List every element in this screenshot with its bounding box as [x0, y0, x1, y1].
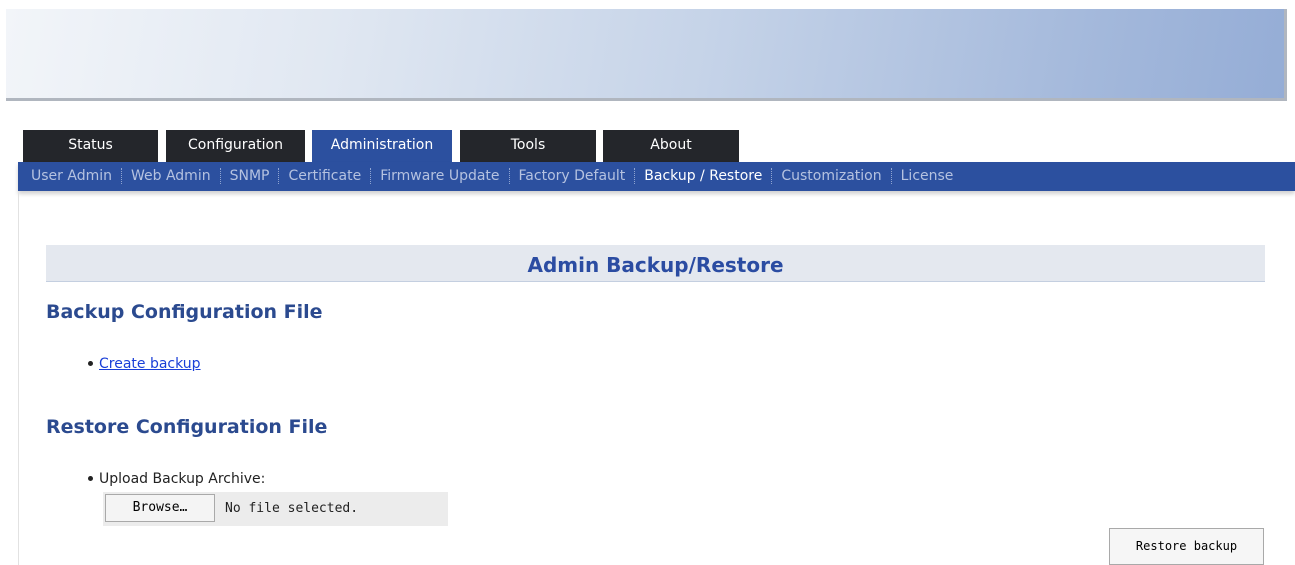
page-title: Admin Backup/Restore	[46, 245, 1265, 282]
file-status-text: No file selected.	[225, 501, 359, 516]
subnav-web-admin[interactable]: Web Admin	[122, 168, 220, 184]
browse-button[interactable]: Browse…	[105, 494, 215, 522]
sub-navigation: User Admin Web Admin SNMP Certificate Firmwa…	[18, 162, 1295, 191]
create-backup-item: Create backup	[88, 356, 201, 372]
subnav-factory-default[interactable]: Factory Default	[510, 168, 635, 184]
header-banner	[6, 9, 1287, 101]
bullet-dot	[88, 360, 93, 366]
subnav-license[interactable]: License	[892, 168, 963, 184]
tab-configuration[interactable]: Configuration	[166, 130, 305, 162]
tab-tools[interactable]: Tools	[460, 130, 596, 162]
upload-archive-label: Upload Backup Archive:	[99, 471, 266, 487]
file-input[interactable]: Browse… No file selected.	[103, 492, 448, 526]
backup-section-heading: Backup Configuration File	[46, 301, 323, 323]
subnav-customization[interactable]: Customization	[772, 168, 890, 184]
content-border	[18, 191, 19, 565]
upload-archive-item: Upload Backup Archive:	[88, 471, 265, 487]
subnav-backup-restore[interactable]: Backup / Restore	[635, 168, 771, 184]
tab-administration[interactable]: Administration	[312, 130, 452, 162]
restore-section-heading: Restore Configuration File	[46, 416, 328, 438]
tab-about[interactable]: About	[603, 130, 739, 162]
subnav-certificate[interactable]: Certificate	[279, 168, 370, 184]
create-backup-link[interactable]: Create backup	[99, 356, 201, 372]
bullet-dot	[88, 475, 93, 481]
subnav-user-admin[interactable]: User Admin	[18, 168, 121, 184]
subnav-firmware-update[interactable]: Firmware Update	[371, 168, 508, 184]
subnav-snmp[interactable]: SNMP	[221, 168, 279, 184]
restore-backup-button[interactable]: Restore backup	[1109, 528, 1264, 565]
tab-status[interactable]: Status	[23, 130, 158, 162]
